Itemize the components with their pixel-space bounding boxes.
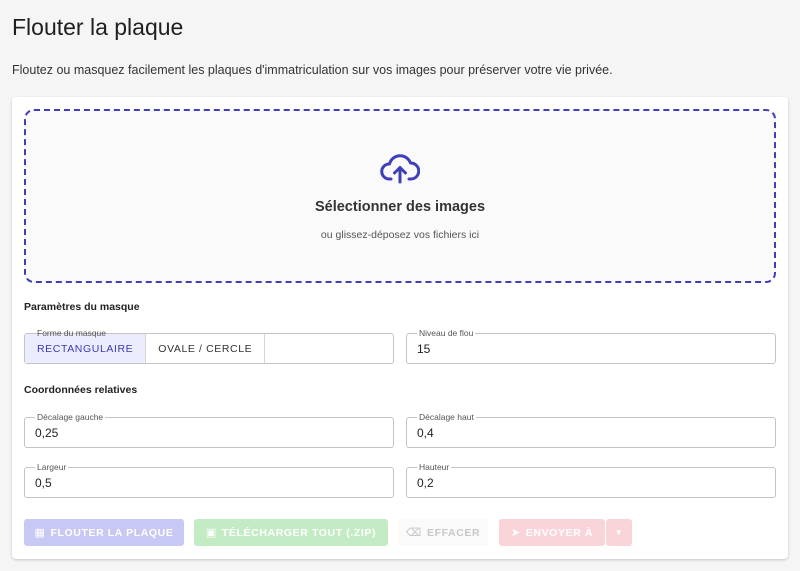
height-field[interactable]: Hauteur 0,2 xyxy=(406,461,776,498)
send-icon: ➤ xyxy=(510,527,521,539)
top-offset-label: Décalage haut xyxy=(417,411,476,423)
folder-zip-icon: ▣ xyxy=(205,527,217,539)
left-offset-label: Décalage gauche xyxy=(35,411,106,423)
blur-level-value[interactable]: 15 xyxy=(417,342,430,356)
width-value[interactable]: 0,5 xyxy=(35,476,52,490)
main-card: Sélectionner des images ou glissez-dépos… xyxy=(12,97,788,559)
mask-params-heading: Paramètres du masque xyxy=(24,301,140,313)
send-to-label: ENVOYER À xyxy=(525,526,594,539)
download-all-label: TÉLÉCHARGER TOUT (.ZIP) xyxy=(221,526,377,539)
send-to-dropdown-button[interactable]: ▼ xyxy=(606,519,632,546)
page-title: Flouter la plaque xyxy=(12,14,184,40)
shape-oval-button[interactable]: OVALE / CERCLE xyxy=(146,334,266,363)
top-offset-value[interactable]: 0,4 xyxy=(417,426,434,440)
download-all-button[interactable]: ▣ TÉLÉCHARGER TOUT (.ZIP) xyxy=(194,519,388,546)
clear-icon: ⌫ xyxy=(405,527,422,539)
left-offset-value[interactable]: 0,25 xyxy=(35,426,58,440)
blur-level-label: Niveau de flou xyxy=(417,327,476,339)
mask-shape-label: Forme du masque xyxy=(37,328,106,338)
clear-button[interactable]: ⌫ EFFACER xyxy=(398,519,488,546)
blur-plate-button[interactable]: ▦ FLOUTER LA PLAQUE xyxy=(24,519,184,546)
grid-icon: ▦ xyxy=(34,527,46,539)
width-field[interactable]: Largeur 0,5 xyxy=(24,461,394,498)
mask-shape-field: RECTANGULAIRE OVALE / CERCLE Forme du ma… xyxy=(24,328,394,364)
clear-label: EFFACER xyxy=(426,526,481,539)
dropzone-subtitle: ou glissez-déposez vos fichiers ici xyxy=(320,229,480,241)
caret-down-icon: ▼ xyxy=(614,528,624,537)
blur-plate-label: FLOUTER LA PLAQUE xyxy=(50,526,174,539)
blur-level-field[interactable]: Niveau de flou 15 xyxy=(406,327,776,364)
left-offset-field[interactable]: Décalage gauche 0,25 xyxy=(24,411,394,448)
cloud-upload-icon xyxy=(380,154,420,184)
coords-heading: Coordonnées relatives xyxy=(24,384,138,396)
height-value[interactable]: 0,2 xyxy=(417,476,434,490)
width-label: Largeur xyxy=(35,461,69,473)
top-offset-field[interactable]: Décalage haut 0,4 xyxy=(406,411,776,448)
page-description: Floutez ou masquez facilement les plaque… xyxy=(12,63,613,77)
dropzone-title: Sélectionner des images xyxy=(314,199,486,215)
image-dropzone[interactable]: Sélectionner des images ou glissez-dépos… xyxy=(24,109,776,283)
height-label: Hauteur xyxy=(417,461,452,473)
send-to-button[interactable]: ➤ ENVOYER À xyxy=(499,519,605,546)
